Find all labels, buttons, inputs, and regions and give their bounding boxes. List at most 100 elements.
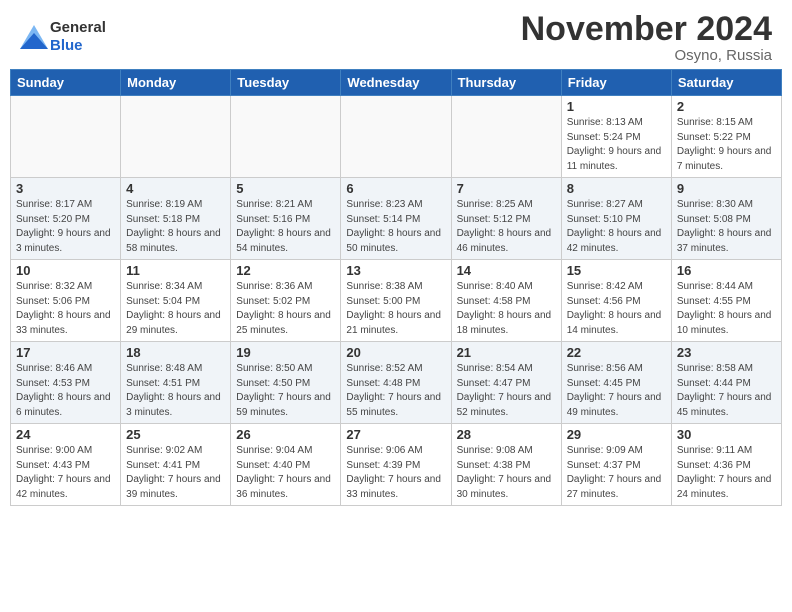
day-info: Sunrise: 8:50 AM Sunset: 4:50 PM Dayligh… <box>236 362 335 420</box>
day-number: 4 <box>126 181 225 196</box>
table-row: 26Sunrise: 9:04 AM Sunset: 4:40 PM Dayli… <box>231 424 341 506</box>
day-number: 5 <box>236 181 335 196</box>
table-row: 12 Sunrise: 8:36 AM Sunset: 5:02 PM Dayli… <box>231 260 341 342</box>
table-row: 7 Sunrise: 8:25 AM Sunset: 5:12 PM Daylig… <box>451 178 561 260</box>
day-info: Sunrise: 8:44 AM Sunset: 4:55 PM Dayligh… <box>677 280 776 338</box>
table-row: 10Sunrise: 8:32 AM Sunset: 5:06 PM Dayli… <box>11 260 121 342</box>
calendar-header-row: Sunday Monday Tuesday Wednesday Thursday… <box>11 70 782 96</box>
calendar-row-3: 10Sunrise: 8:32 AM Sunset: 5:06 PM Dayli… <box>11 260 782 342</box>
day-number: 24 <box>16 427 115 442</box>
table-row: 6 Sunrise: 8:23 AM Sunset: 5:14 PM Daylig… <box>341 178 451 260</box>
day-number: 7 <box>457 181 556 196</box>
table-row: 15Sunrise: 8:42 AM Sunset: 4:56 PM Dayli… <box>561 260 671 342</box>
day-number: 12 <box>236 263 335 278</box>
header-sunday: Sunday <box>11 70 121 96</box>
day-info: Sunrise: 8:21 AM Sunset: 5:16 PM Dayligh… <box>236 198 335 256</box>
calendar-row-1: 1 Sunrise: 8:13 AM Sunset: 5:24 PM Daylig… <box>11 96 782 178</box>
table-row: 2 Sunrise: 8:15 AM Sunset: 5:22 PM Daylig… <box>671 96 781 178</box>
day-info: Sunrise: 8:56 AM Sunset: 4:45 PM Dayligh… <box>567 362 666 420</box>
day-info: Sunrise: 9:04 AM Sunset: 4:40 PM Dayligh… <box>236 444 335 502</box>
table-row: 30 Sunrise: 9:11 AM Sunset: 4:36 PM Dayli… <box>671 424 781 506</box>
day-info: Sunrise: 8:25 AM Sunset: 5:12 PM Dayligh… <box>457 198 556 256</box>
table-row: 22 Sunrise: 8:56 AM Sunset: 4:45 PM Dayli… <box>561 342 671 424</box>
logo-general: General <box>50 19 106 36</box>
calendar-row-5: 24Sunrise: 9:00 AM Sunset: 4:43 PM Dayli… <box>11 424 782 506</box>
table-row <box>231 96 341 178</box>
day-number: 6 <box>346 181 445 196</box>
table-row: 8 Sunrise: 8:27 AM Sunset: 5:10 PM Daylig… <box>561 178 671 260</box>
month-title: November 2024 <box>521 10 772 49</box>
calendar-row-2: 3 Sunrise: 8:17 AM Sunset: 5:20 PM Daylig… <box>11 178 782 260</box>
day-number: 13 <box>346 263 445 278</box>
day-info: Sunrise: 9:08 AM Sunset: 4:38 PM Dayligh… <box>457 444 556 502</box>
header-thursday: Thursday <box>451 70 561 96</box>
table-row <box>341 96 451 178</box>
day-info: Sunrise: 8:23 AM Sunset: 5:14 PM Dayligh… <box>346 198 445 256</box>
table-row: 27 Sunrise: 9:06 AM Sunset: 4:39 PM Dayli… <box>341 424 451 506</box>
table-row: 20Sunrise: 8:52 AM Sunset: 4:48 PM Dayli… <box>341 342 451 424</box>
day-number: 8 <box>567 181 666 196</box>
day-number: 9 <box>677 181 776 196</box>
day-number: 19 <box>236 345 335 360</box>
day-info: Sunrise: 8:46 AM Sunset: 4:53 PM Dayligh… <box>16 362 115 420</box>
table-row <box>121 96 231 178</box>
day-info: Sunrise: 8:27 AM Sunset: 5:10 PM Dayligh… <box>567 198 666 256</box>
day-number: 14 <box>457 263 556 278</box>
title-section: November 2024 Osyno, Russia <box>521 10 772 64</box>
table-row: 1 Sunrise: 8:13 AM Sunset: 5:24 PM Daylig… <box>561 96 671 178</box>
table-row <box>11 96 121 178</box>
day-number: 23 <box>677 345 776 360</box>
day-info: Sunrise: 8:38 AM Sunset: 5:00 PM Dayligh… <box>346 280 445 338</box>
day-number: 29 <box>567 427 666 442</box>
day-info: Sunrise: 9:09 AM Sunset: 4:37 PM Dayligh… <box>567 444 666 502</box>
day-number: 21 <box>457 345 556 360</box>
table-row: 17Sunrise: 8:46 AM Sunset: 4:53 PM Dayli… <box>11 342 121 424</box>
day-info: Sunrise: 8:13 AM Sunset: 5:24 PM Dayligh… <box>567 116 666 174</box>
day-number: 11 <box>126 263 225 278</box>
logo: General Blue <box>20 19 106 55</box>
day-info: Sunrise: 9:11 AM Sunset: 4:36 PM Dayligh… <box>677 444 776 502</box>
logo-blue: Blue <box>50 37 83 54</box>
table-row: 16 Sunrise: 8:44 AM Sunset: 4:55 PM Dayli… <box>671 260 781 342</box>
day-info: Sunrise: 8:17 AM Sunset: 5:20 PM Dayligh… <box>16 198 115 256</box>
day-number: 22 <box>567 345 666 360</box>
day-number: 16 <box>677 263 776 278</box>
day-number: 30 <box>677 427 776 442</box>
table-row: 24Sunrise: 9:00 AM Sunset: 4:43 PM Dayli… <box>11 424 121 506</box>
table-row: 13 Sunrise: 8:38 AM Sunset: 5:00 PM Dayli… <box>341 260 451 342</box>
table-row: 18 Sunrise: 8:48 AM Sunset: 4:51 PM Dayli… <box>121 342 231 424</box>
table-row: 29 Sunrise: 9:09 AM Sunset: 4:37 PM Dayli… <box>561 424 671 506</box>
day-info: Sunrise: 8:36 AM Sunset: 5:02 PM Dayligh… <box>236 280 335 338</box>
day-number: 1 <box>567 99 666 114</box>
day-number: 18 <box>126 345 225 360</box>
table-row: 14 Sunrise: 8:40 AM Sunset: 4:58 PM Dayli… <box>451 260 561 342</box>
page-header: General Blue November 2024 Osyno, Russia <box>0 0 792 69</box>
table-row: 21 Sunrise: 8:54 AM Sunset: 4:47 PM Dayli… <box>451 342 561 424</box>
header-friday: Friday <box>561 70 671 96</box>
day-number: 28 <box>457 427 556 442</box>
day-info: Sunrise: 8:34 AM Sunset: 5:04 PM Dayligh… <box>126 280 225 338</box>
header-tuesday: Tuesday <box>231 70 341 96</box>
day-info: Sunrise: 8:40 AM Sunset: 4:58 PM Dayligh… <box>457 280 556 338</box>
day-number: 3 <box>16 181 115 196</box>
day-info: Sunrise: 8:52 AM Sunset: 4:48 PM Dayligh… <box>346 362 445 420</box>
day-info: Sunrise: 8:58 AM Sunset: 4:44 PM Dayligh… <box>677 362 776 420</box>
day-number: 2 <box>677 99 776 114</box>
table-row: 19 Sunrise: 8:50 AM Sunset: 4:50 PM Dayli… <box>231 342 341 424</box>
day-info: Sunrise: 8:15 AM Sunset: 5:22 PM Dayligh… <box>677 116 776 174</box>
location-title: Osyno, Russia <box>521 47 772 64</box>
header-monday: Monday <box>121 70 231 96</box>
day-info: Sunrise: 8:19 AM Sunset: 5:18 PM Dayligh… <box>126 198 225 256</box>
calendar-row-4: 17Sunrise: 8:46 AM Sunset: 4:53 PM Dayli… <box>11 342 782 424</box>
table-row: 11 Sunrise: 8:34 AM Sunset: 5:04 PM Dayli… <box>121 260 231 342</box>
table-row: 9Sunrise: 8:30 AM Sunset: 5:08 PM Daylig… <box>671 178 781 260</box>
table-row: 4 Sunrise: 8:19 AM Sunset: 5:18 PM Daylig… <box>121 178 231 260</box>
day-number: 27 <box>346 427 445 442</box>
day-info: Sunrise: 8:48 AM Sunset: 4:51 PM Dayligh… <box>126 362 225 420</box>
day-number: 10 <box>16 263 115 278</box>
day-info: Sunrise: 9:06 AM Sunset: 4:39 PM Dayligh… <box>346 444 445 502</box>
day-info: Sunrise: 8:54 AM Sunset: 4:47 PM Dayligh… <box>457 362 556 420</box>
table-row: 3 Sunrise: 8:17 AM Sunset: 5:20 PM Daylig… <box>11 178 121 260</box>
calendar-table: Sunday Monday Tuesday Wednesday Thursday… <box>10 69 782 506</box>
table-row: 5 Sunrise: 8:21 AM Sunset: 5:16 PM Daylig… <box>231 178 341 260</box>
